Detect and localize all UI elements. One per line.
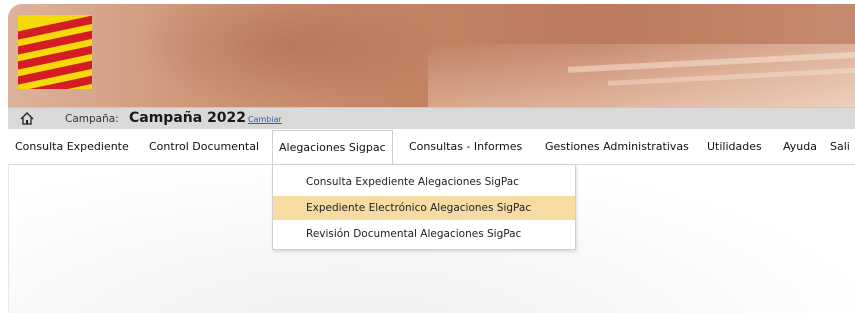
campaign-bar: Campaña: Campaña 2022 Cambiar xyxy=(8,107,855,129)
dropdown-item-expediente-electronico-alegaciones[interactable]: Expediente Electrónico Alegaciones SigPa… xyxy=(273,196,575,220)
main-menu: Consulta Expediente Control Documental A… xyxy=(8,130,855,165)
header-banner xyxy=(8,4,855,107)
menu-item-consultas-informes[interactable]: Consultas - Informes xyxy=(409,130,522,164)
menu-item-salir[interactable]: Sali xyxy=(830,130,850,164)
menu-item-ayuda[interactable]: Ayuda xyxy=(783,130,817,164)
menu-item-alegaciones-sigpac[interactable]: Alegaciones Sigpac xyxy=(272,130,393,165)
home-icon[interactable] xyxy=(20,112,34,125)
aragon-flag-logo[interactable] xyxy=(18,15,92,89)
dropdown-item-revision-documental-alegaciones[interactable]: Revisión Documental Alegaciones SigPac xyxy=(273,222,575,246)
campaign-value: Campaña 2022 xyxy=(129,110,247,126)
menu-item-gestiones-administrativas[interactable]: Gestiones Administrativas xyxy=(545,130,689,164)
dropdown-item-consulta-expediente-alegaciones[interactable]: Consulta Expediente Alegaciones SigPac xyxy=(273,170,575,194)
change-campaign-link[interactable]: Cambiar xyxy=(248,115,282,124)
menu-item-control-documental[interactable]: Control Documental xyxy=(149,130,259,164)
menu-item-utilidades[interactable]: Utilidades xyxy=(707,130,762,164)
alegaciones-dropdown: Consulta Expediente Alegaciones SigPac E… xyxy=(272,164,576,250)
campaign-label: Campaña: xyxy=(65,113,119,125)
menu-item-consulta-expediente[interactable]: Consulta Expediente xyxy=(15,130,129,164)
